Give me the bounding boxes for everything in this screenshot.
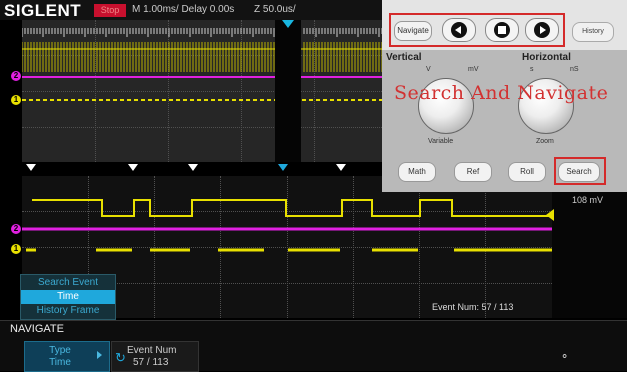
ch1-zoom-trace-upper [32,199,552,217]
variable-label: Variable [428,138,454,145]
history-button[interactable]: History [572,22,614,42]
zoom-position-marker[interactable] [282,20,294,28]
ch1-zoom-marker[interactable]: 1 [11,244,21,254]
zoom-window-region [275,20,301,162]
trigger-level-marker[interactable] [546,209,554,221]
vertical-section-label: Vertical [386,52,422,63]
timebase-readout: M 1.00ms/ Delay 0.00s [132,4,235,15]
expand-arrow-icon [97,351,102,359]
zoom-timebase-readout: Z 50.0us/ [254,4,296,15]
event-num-softkey[interactable]: ↻ Event Num 57 / 113 [111,341,199,372]
menu-option-time[interactable]: Time [21,290,115,304]
event-marker[interactable] [188,164,198,171]
network-icon: ⚬ [560,351,570,363]
knob-rotate-icon: ↻ [115,350,126,365]
menu-option-history-frame[interactable]: History Frame [21,304,115,318]
event-marker[interactable] [128,164,138,171]
ch2-level-marker[interactable]: 2 [11,71,21,81]
event-num-softkey-value: 57 / 113 [133,357,169,368]
seconds-marker: s [530,66,534,73]
search-button-highlight [554,157,606,185]
event-marker[interactable] [26,164,36,171]
overlay-title: Search And Navigate [394,82,609,104]
zoom-label: Zoom [536,138,554,145]
roll-button[interactable]: Roll [508,162,546,182]
menu-title: NAVIGATE [10,323,64,335]
ch1-level-marker[interactable]: 1 [11,95,21,105]
brand-logo: SIGLENT [4,1,82,20]
nanoseconds-marker: nS [570,66,579,73]
volts-marker: V [426,66,431,73]
current-event-marker[interactable] [278,164,288,171]
menu-option-search-event[interactable]: Search Event [21,276,115,290]
horizontal-section-label: Horizontal [522,52,571,63]
ref-button[interactable]: Ref [454,162,492,182]
type-softkey-label: Type [49,345,71,356]
navigate-type-menu: Search Event Time History Frame [20,274,116,320]
vertical-scale-readout: 108 mV [572,195,604,205]
event-num-softkey-label: Event Num [127,345,177,356]
millivolts-marker: mV [468,66,479,73]
type-softkey-value: Time [49,357,71,368]
event-number-status: Event Num: 57 / 113 [432,302,514,312]
math-button[interactable]: Math [398,162,436,182]
run-state-badge[interactable]: Stop [94,4,126,17]
type-softkey[interactable]: Type Time [24,341,110,372]
ch2-zoom-marker[interactable]: 2 [11,224,21,234]
navigate-controls-highlight [389,13,565,47]
event-marker[interactable] [336,164,346,171]
